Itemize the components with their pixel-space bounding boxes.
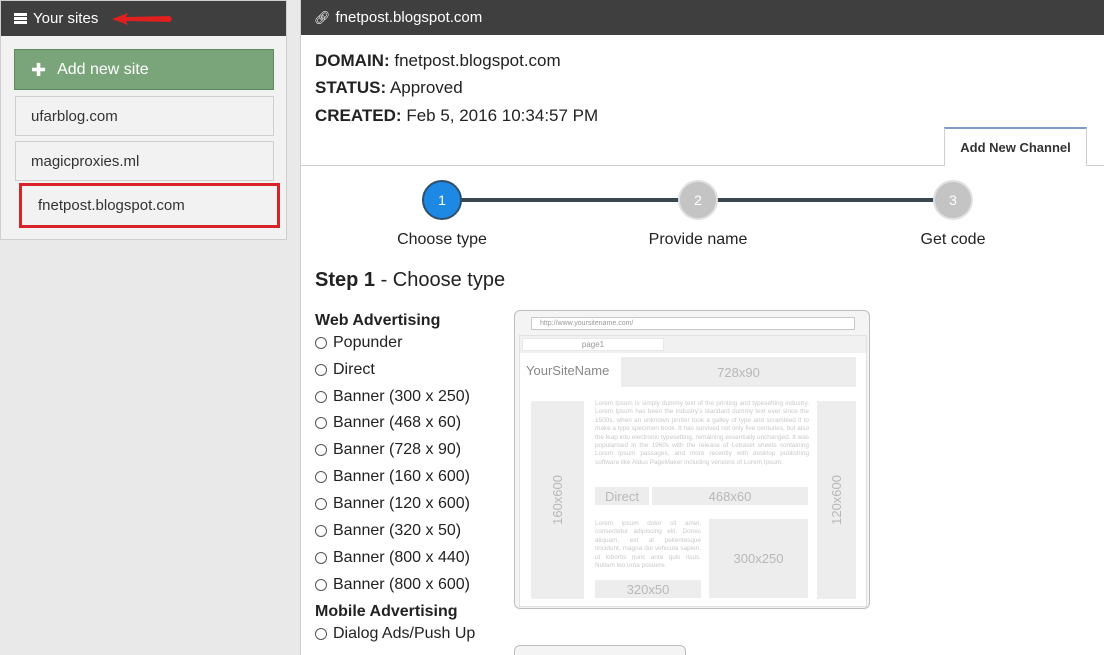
site-item-magicproxies[interactable]: magicproxies.ml: [15, 141, 274, 181]
domain-label: DOMAIN:: [315, 51, 390, 70]
list-icon: [14, 13, 27, 24]
ad-layout-preview: http://www.yoursitename.com/ page1 YourS…: [514, 310, 870, 609]
radio-banner-728x90[interactable]: Banner (728 x 90): [315, 441, 461, 459]
radio-label: Banner (728 x 90): [333, 441, 462, 458]
radio-banner-160x600[interactable]: Banner (160 x 600): [315, 468, 470, 486]
add-new-site-button[interactable]: ✚ Add new site: [14, 49, 274, 90]
preview-box-728x90: 728x90: [621, 357, 856, 387]
site-item-fnetpost-selected[interactable]: fnetpost.blogspot.com: [19, 183, 280, 228]
radio-label: Banner (320 x 50): [333, 522, 462, 539]
site-detail-header: 🔗︎ fnetpost.blogspot.com: [301, 0, 1104, 35]
domain-value: fnetpost.blogspot.com: [394, 51, 561, 70]
mobile-preview-peek: [514, 645, 686, 655]
step-3-circle: 3: [933, 180, 973, 220]
radio-circle[interactable]: [315, 444, 327, 456]
preview-box-320x50: 320x50: [595, 580, 701, 598]
red-arrow-annotation-icon: [112, 12, 173, 25]
plus-icon: ✚: [31, 59, 47, 80]
link-icon: 🔗︎: [314, 9, 331, 25]
radio-circle[interactable]: [315, 337, 327, 349]
sites-panel-title: Your sites: [33, 10, 99, 27]
preview-page: page1 YourSiteName 728x90 160x600 120x60…: [519, 335, 867, 607]
site-item-label: magicproxies.ml: [31, 152, 140, 170]
radio-circle[interactable]: [315, 471, 327, 483]
step-title-suffix: - Choose type: [380, 269, 506, 291]
preview-box-468x60: 468x60: [652, 487, 808, 505]
preview-box-120x600: 120x600: [817, 401, 856, 599]
radio-circle[interactable]: [315, 391, 327, 403]
radio-label: Popunder: [333, 334, 403, 351]
created-label: CREATED:: [315, 106, 402, 125]
radio-circle[interactable]: [315, 525, 327, 537]
radio-banner-120x600[interactable]: Banner (120 x 600): [315, 495, 470, 513]
status-label: STATUS:: [315, 78, 387, 97]
status-value: Approved: [389, 78, 463, 97]
radio-label: Banner (120 x 600): [333, 495, 470, 512]
created-value: Feb 5, 2016 10:34:57 PM: [406, 106, 599, 125]
sites-panel: Your sites ✚ Add new site ufarblog.com m…: [0, 0, 287, 240]
tab-divider: [1087, 165, 1104, 166]
step-1-label: Choose type: [397, 231, 487, 248]
radio-label: Dialog Ads/Push Up: [333, 625, 476, 642]
site-item-label: fnetpost.blogspot.com: [38, 197, 185, 214]
preview-box-160x600-label: 160x600: [550, 475, 565, 525]
preview-box-160x600: 160x600: [531, 401, 584, 599]
add-new-site-label: Add new site: [57, 60, 149, 78]
radio-circle[interactable]: [315, 628, 327, 640]
radio-label: Direct: [333, 361, 375, 378]
radio-popunder[interactable]: Popunder: [315, 334, 402, 352]
radio-banner-800x600[interactable]: Banner (800 x 600): [315, 576, 470, 594]
preview-lorem-text: Lorem Ipsum is simply dummy text of the …: [595, 400, 809, 466]
radio-banner-320x50[interactable]: Banner (320 x 50): [315, 522, 461, 540]
preview-box-120x600-label: 120x600: [829, 475, 844, 525]
radio-dialog-ads[interactable]: Dialog Ads/Push Up: [315, 625, 475, 643]
radio-label: Banner (800 x 440): [333, 549, 470, 566]
radio-label: Banner (468 x 60): [333, 414, 462, 431]
radio-circle[interactable]: [315, 552, 327, 564]
status-info: STATUS: Approved: [315, 78, 463, 98]
tab-divider: [301, 165, 944, 166]
preview-site-name: YourSiteName: [526, 363, 610, 378]
preview-lorem-text: Lorem ipsum dolor sit amet, consectetur …: [595, 520, 701, 570]
web-advertising-heading: Web Advertising: [315, 312, 441, 329]
radio-circle[interactable]: [315, 364, 327, 376]
radio-banner-800x440[interactable]: Banner (800 x 440): [315, 549, 470, 567]
step-3-label: Get code: [920, 231, 986, 248]
radio-banner-300x250[interactable]: Banner (300 x 250): [315, 388, 470, 406]
preview-box-300x250: 300x250: [709, 519, 808, 598]
preview-box-direct: Direct: [595, 487, 649, 505]
tab-add-new-channel[interactable]: Add New Channel: [944, 127, 1087, 166]
step-2-circle: 2: [678, 180, 718, 220]
domain-info: DOMAIN: fnetpost.blogspot.com: [315, 51, 561, 71]
stepper-connector: [461, 198, 701, 202]
site-detail-title: fnetpost.blogspot.com: [335, 9, 483, 26]
radio-circle[interactable]: [315, 417, 327, 429]
preview-tab: page1: [522, 338, 664, 351]
site-item-ufarblog[interactable]: ufarblog.com: [15, 96, 274, 136]
sites-panel-header: Your sites: [1, 1, 286, 36]
stepper-connector: [717, 198, 937, 202]
created-info: CREATED: Feb 5, 2016 10:34:57 PM: [315, 106, 598, 126]
radio-direct[interactable]: Direct: [315, 361, 375, 379]
site-item-label: ufarblog.com: [31, 107, 118, 125]
site-detail-panel: 🔗︎ fnetpost.blogspot.com DOMAIN: fnetpos…: [300, 0, 1104, 655]
step-title: Step 1 - Choose type: [315, 269, 505, 292]
radio-label: Banner (160 x 600): [333, 468, 470, 485]
step-2-label: Provide name: [648, 231, 748, 248]
radio-circle[interactable]: [315, 579, 327, 591]
mobile-advertising-heading: Mobile Advertising: [315, 603, 458, 620]
step-title-prefix: Step 1: [315, 269, 376, 291]
radio-circle[interactable]: [315, 498, 327, 510]
radio-label: Banner (300 x 250): [333, 388, 470, 405]
step-1-circle: 1: [422, 180, 462, 220]
radio-label: Banner (800 x 600): [333, 576, 470, 593]
preview-url-bar: http://www.yoursitename.com/: [531, 317, 855, 330]
radio-banner-468x60[interactable]: Banner (468 x 60): [315, 414, 461, 432]
